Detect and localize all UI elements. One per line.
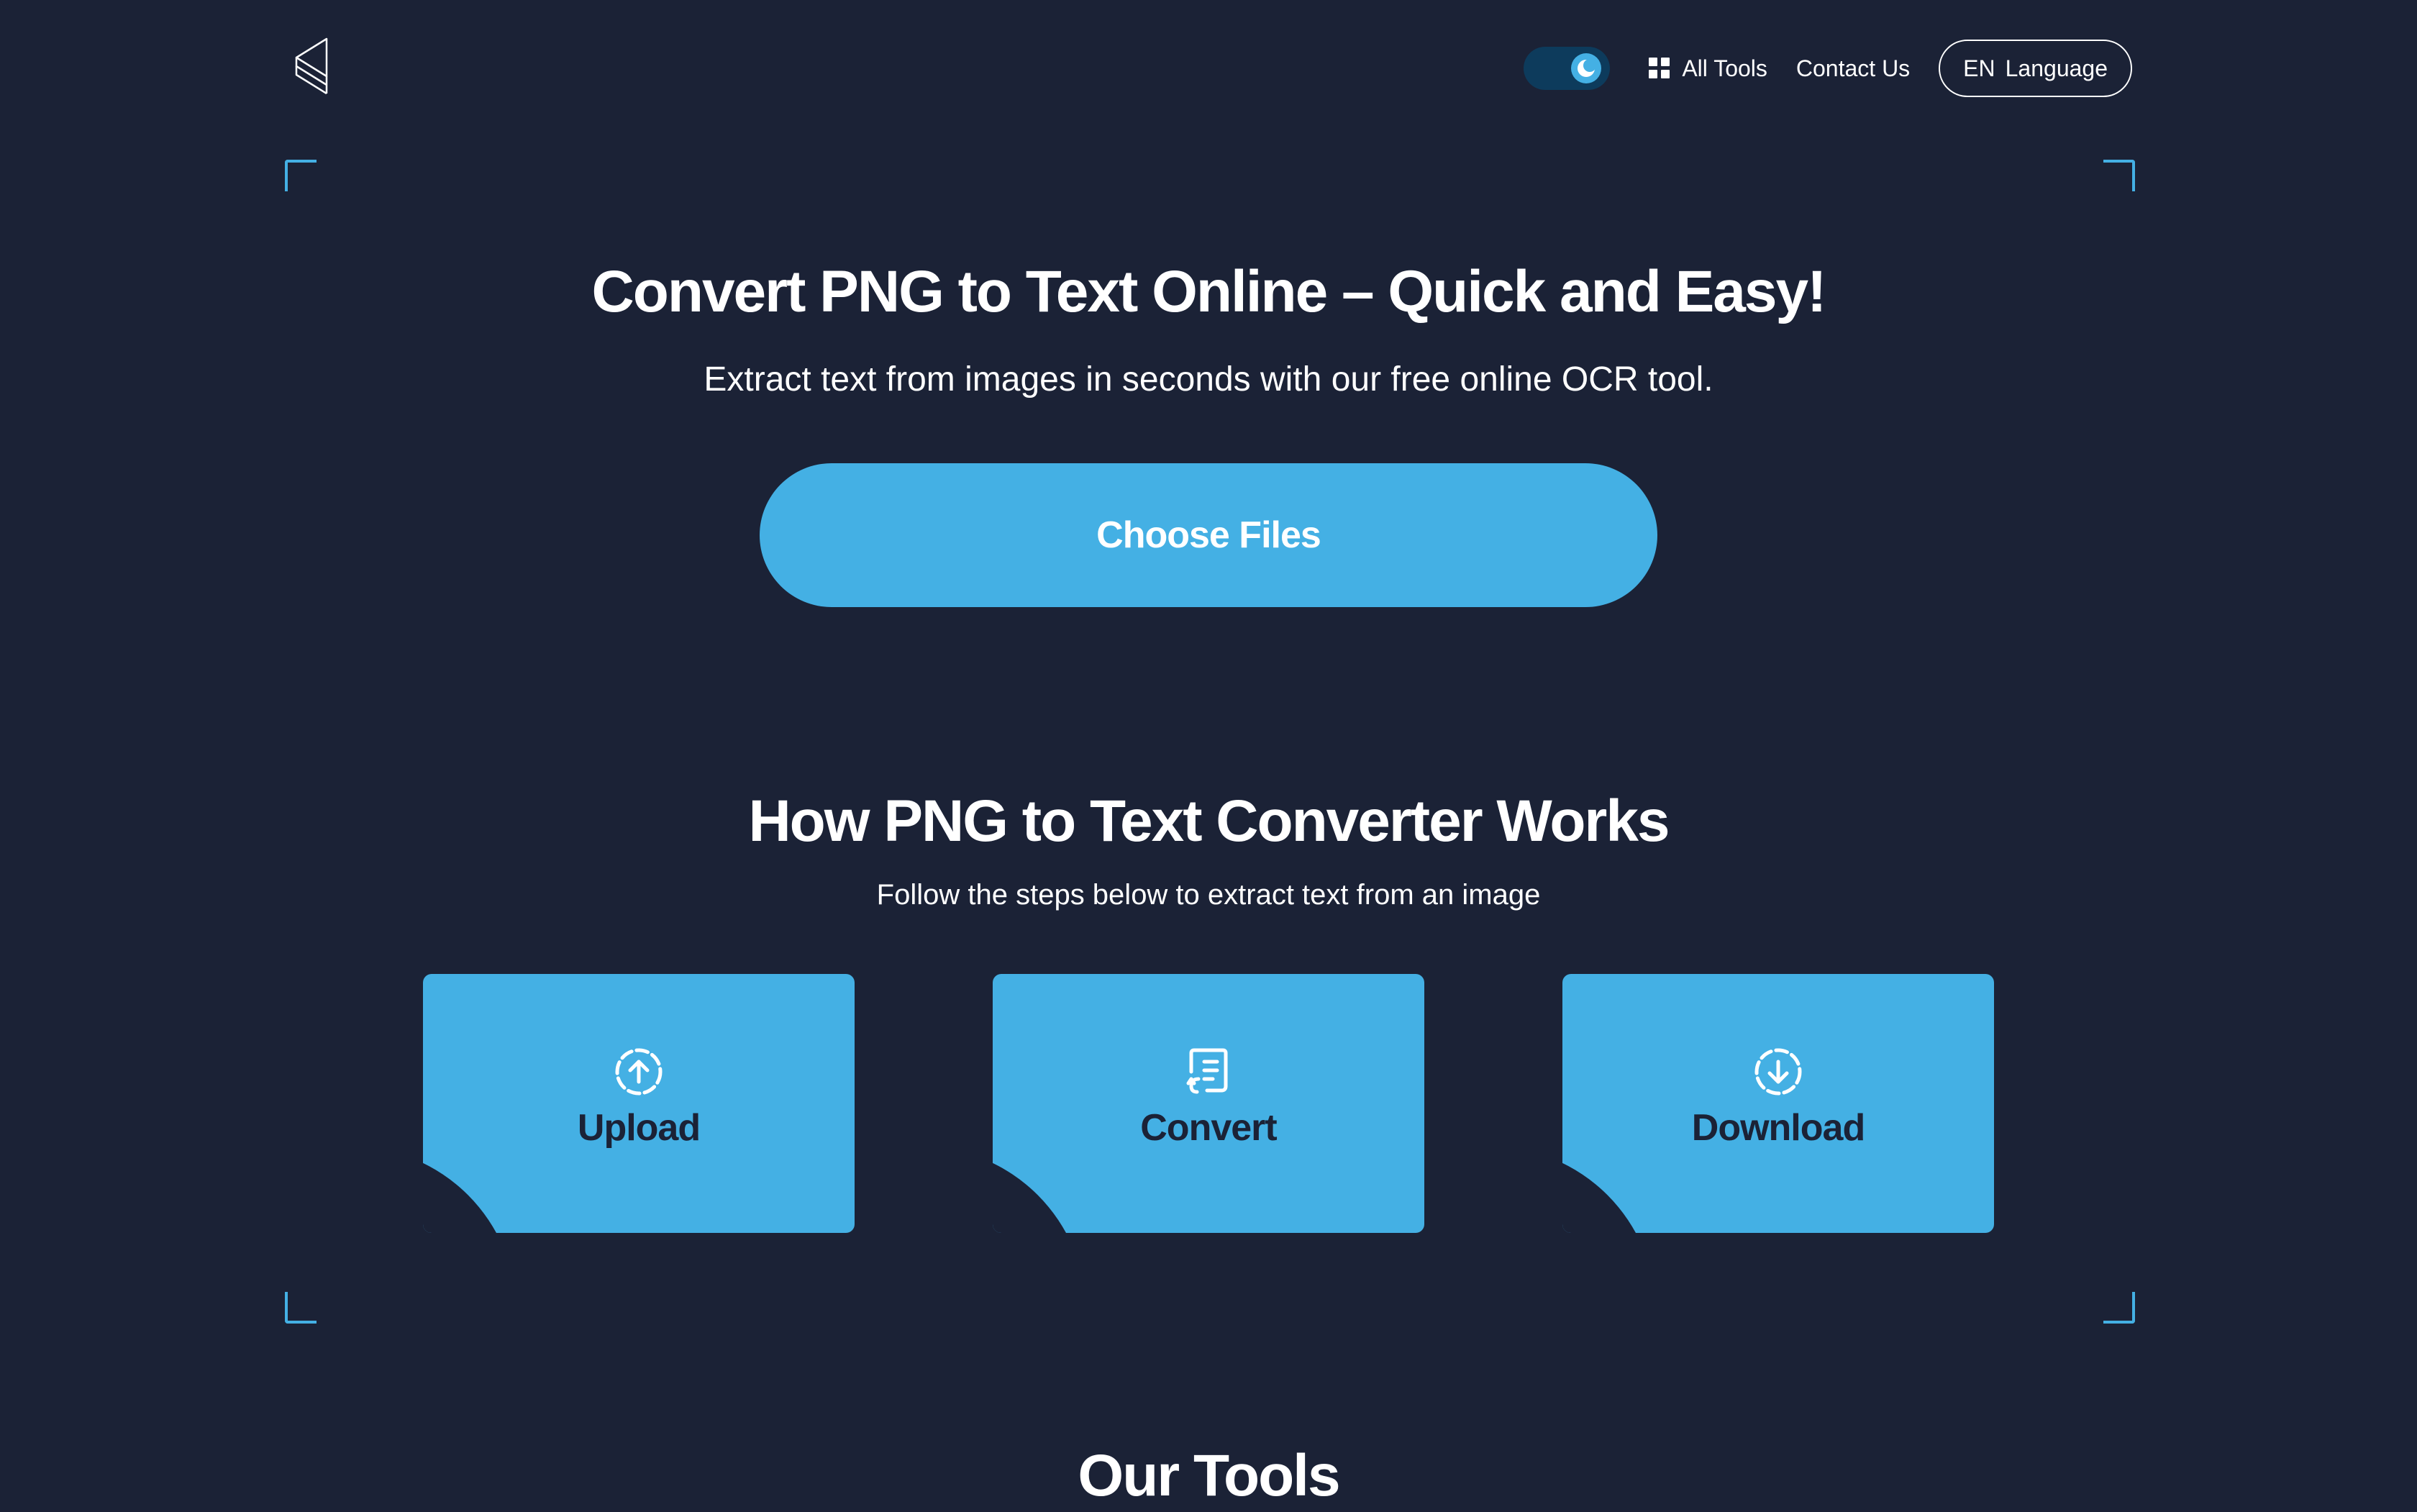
theme-toggle-knob bbox=[1571, 53, 1602, 83]
download-icon bbox=[1754, 1048, 1802, 1096]
language-code: EN bbox=[1963, 55, 1995, 81]
moon-icon bbox=[1578, 59, 1597, 77]
contact-us-link[interactable]: Contact Us bbox=[1796, 55, 1910, 82]
theme-toggle[interactable] bbox=[1524, 47, 1611, 90]
hero-subtitle: Extract text from images in seconds with… bbox=[704, 360, 1713, 399]
how-it-works-title: How PNG to Text Converter Works bbox=[748, 788, 1670, 854]
step-label: Upload bbox=[577, 1107, 701, 1149]
frame-corner-top-right bbox=[2103, 160, 2135, 191]
all-tools-label: All Tools bbox=[1682, 55, 1767, 81]
card-notch-decoration bbox=[1562, 1147, 1656, 1233]
step-label: Convert bbox=[1140, 1107, 1277, 1149]
all-tools-link[interactable]: All Tools bbox=[1649, 55, 1767, 82]
step-card-upload: Upload bbox=[423, 974, 855, 1233]
step-label: Download bbox=[1691, 1107, 1865, 1149]
frame-corner-bottom-left bbox=[285, 1292, 317, 1324]
convert-document-icon bbox=[1186, 1048, 1228, 1094]
card-notch-decoration bbox=[423, 1147, 516, 1233]
hero-title: Convert PNG to Text Online – Quick and E… bbox=[591, 259, 1827, 324]
language-button[interactable]: EN Language bbox=[1939, 40, 2132, 97]
contact-us-label: Contact Us bbox=[1795, 55, 1911, 81]
card-notch-decoration bbox=[993, 1147, 1086, 1233]
step-card-convert: Convert bbox=[993, 974, 1424, 1233]
top-nav: All Tools Contact Us EN Language bbox=[1524, 38, 2132, 99]
grid-icon bbox=[1649, 58, 1670, 79]
frame-corner-top-left bbox=[285, 160, 317, 191]
how-it-works-subtitle: Follow the steps below to extract text f… bbox=[876, 879, 1541, 911]
logo-icon bbox=[295, 37, 328, 95]
language-label: Language bbox=[2005, 55, 2108, 81]
site-logo[interactable] bbox=[291, 36, 334, 98]
frame-corner-bottom-right bbox=[2103, 1292, 2135, 1324]
our-tools-title: Our Tools bbox=[1078, 1443, 1340, 1508]
choose-files-button[interactable]: Choose Files bbox=[760, 463, 1657, 607]
step-card-download: Download bbox=[1562, 974, 1994, 1233]
page: All Tools Contact Us EN Language Convert… bbox=[0, 0, 2417, 1511]
upload-icon bbox=[615, 1048, 663, 1096]
